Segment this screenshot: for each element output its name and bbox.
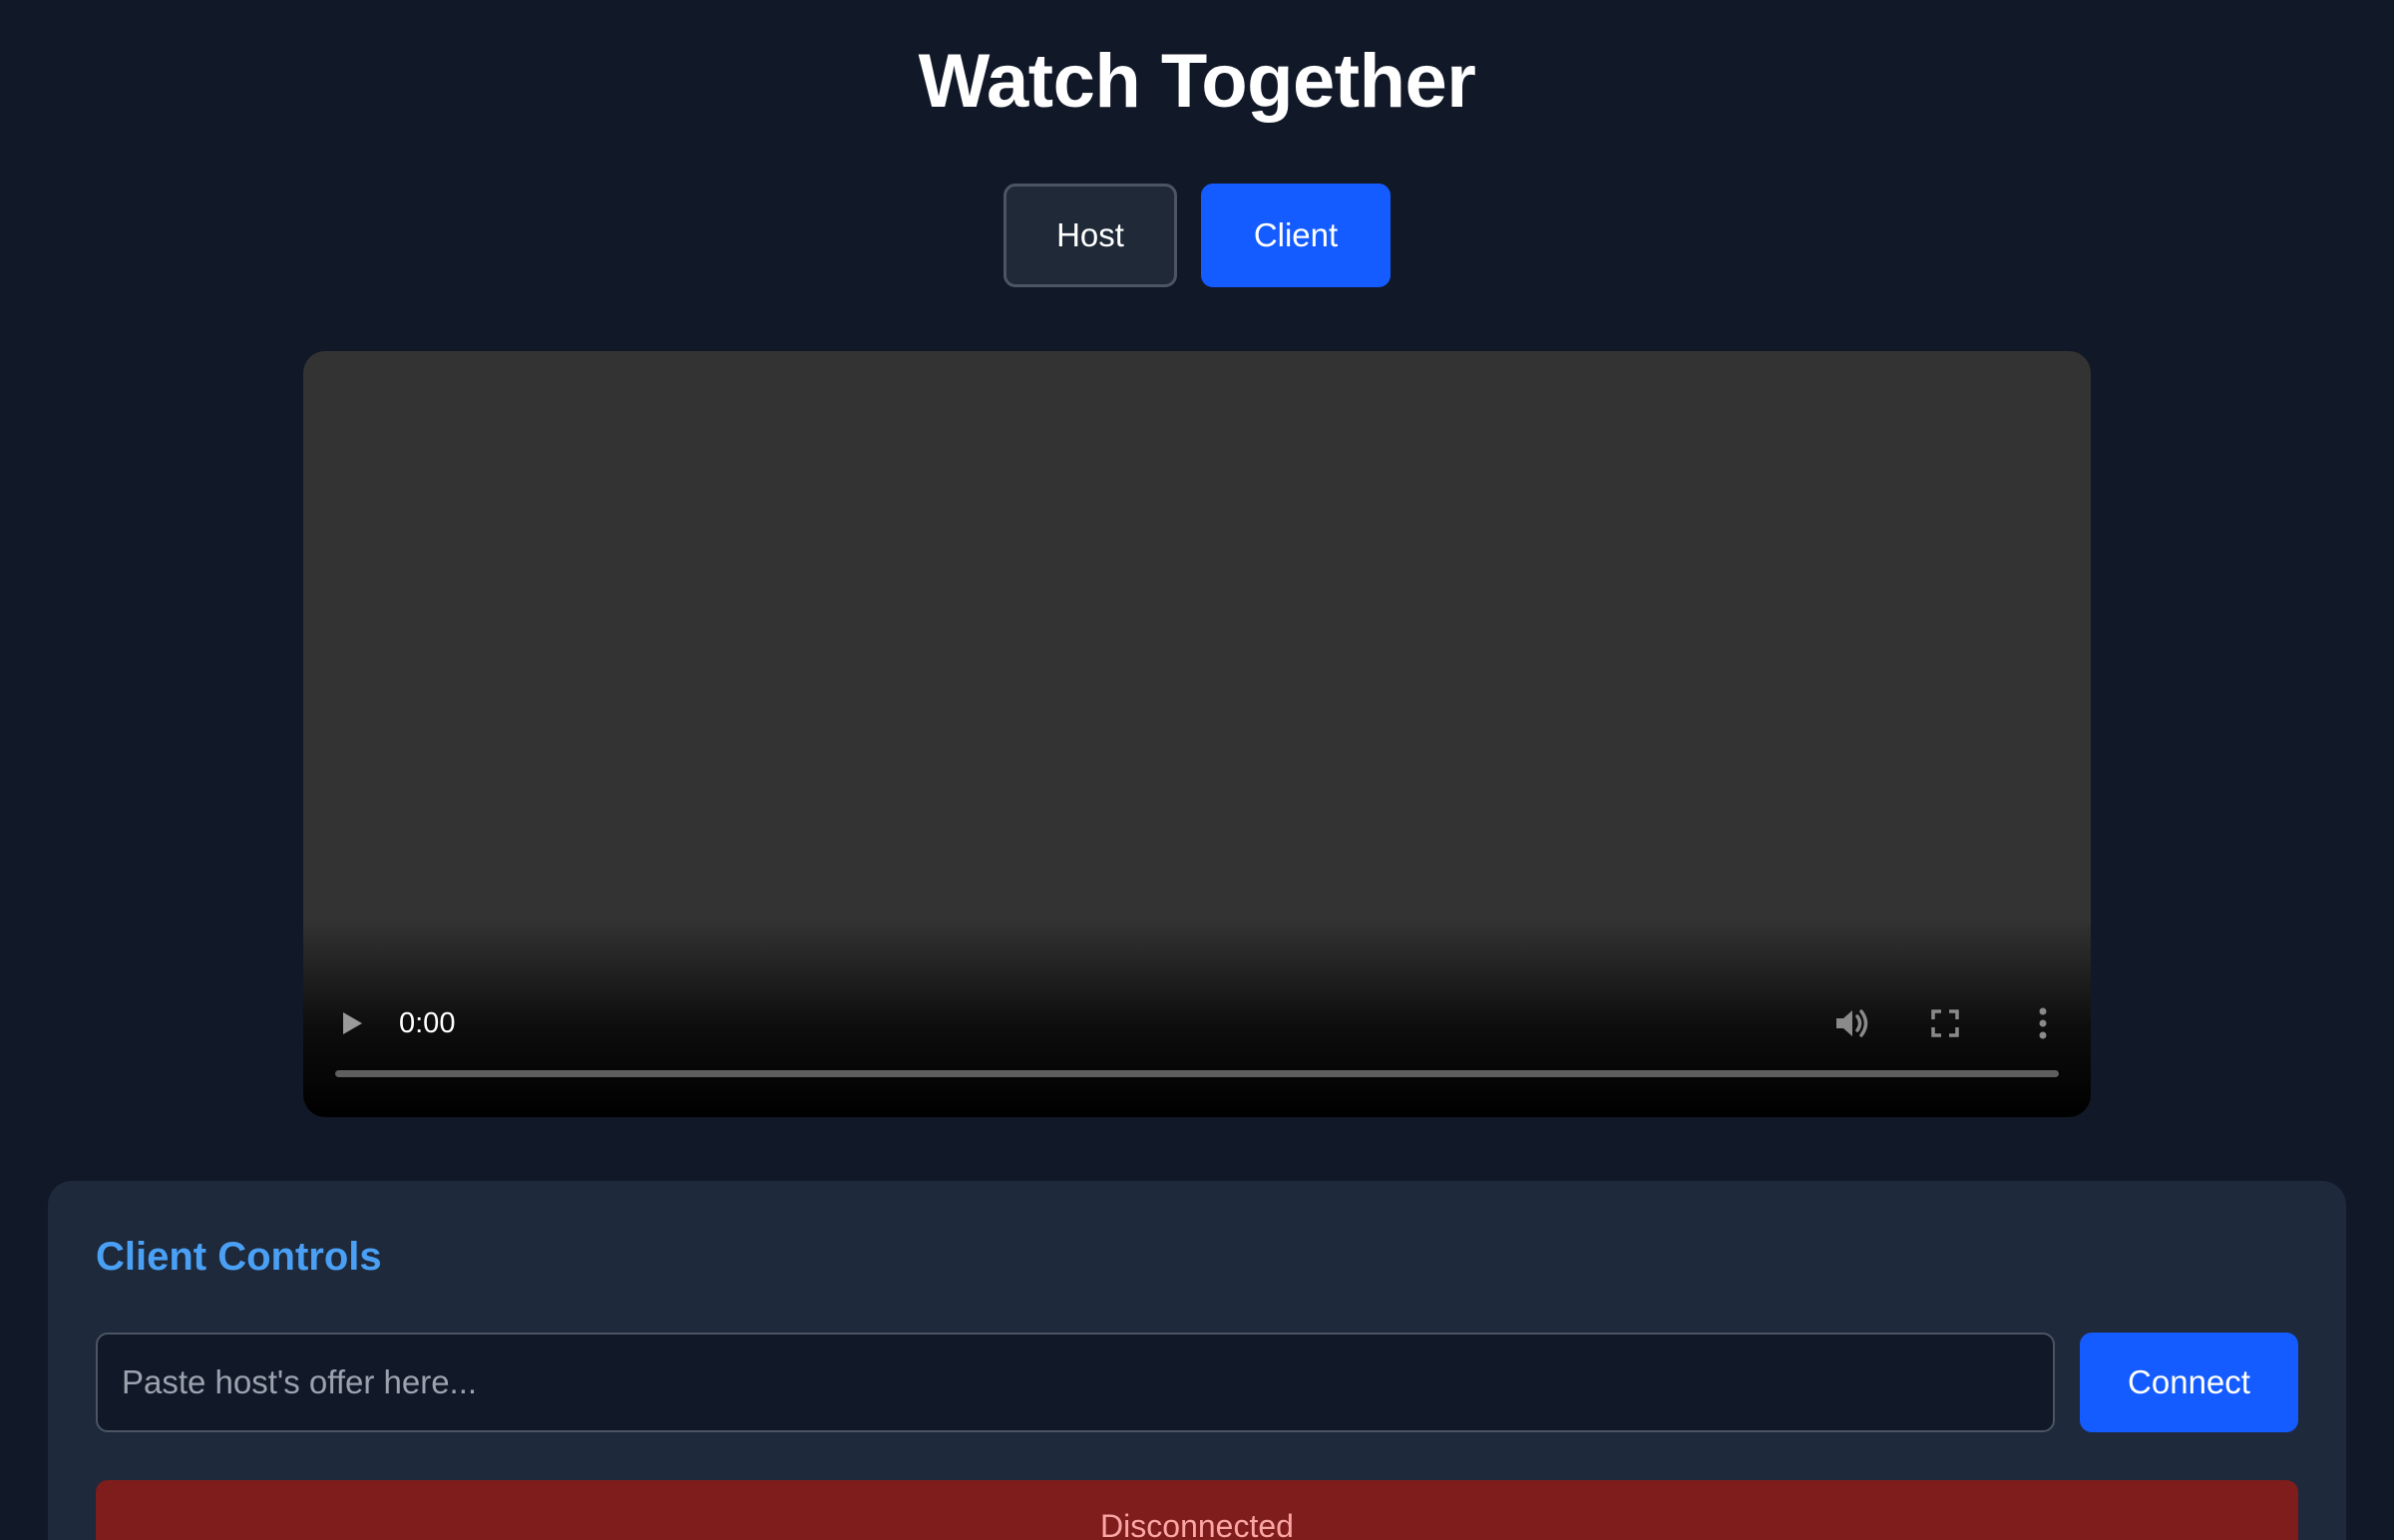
connection-status-banner: Disconnected	[96, 1480, 2298, 1540]
mode-toggle: Host Client	[0, 184, 2394, 287]
volume-icon[interactable]	[1829, 1001, 1873, 1045]
host-mode-button[interactable]: Host	[1003, 184, 1177, 287]
video-player[interactable]	[303, 351, 2091, 1117]
video-time-display: 0:00	[399, 1007, 456, 1039]
more-options-icon[interactable]	[2025, 1001, 2061, 1045]
client-controls-heading: Client Controls	[96, 1235, 382, 1279]
connection-status-text: Disconnected	[1100, 1508, 1294, 1540]
app-page: Watch Together Host Client 0:00 Client C…	[0, 0, 2394, 1540]
video-progress-bar[interactable]	[335, 1070, 2059, 1077]
client-mode-button[interactable]: Client	[1201, 184, 1391, 287]
connect-button[interactable]: Connect	[2080, 1333, 2298, 1432]
video-controls-gradient	[303, 918, 2091, 1117]
host-offer-input[interactable]	[96, 1333, 2055, 1432]
play-icon[interactable]	[331, 1003, 371, 1043]
fullscreen-icon[interactable]	[1925, 1003, 1965, 1043]
page-title: Watch Together	[918, 39, 1476, 124]
